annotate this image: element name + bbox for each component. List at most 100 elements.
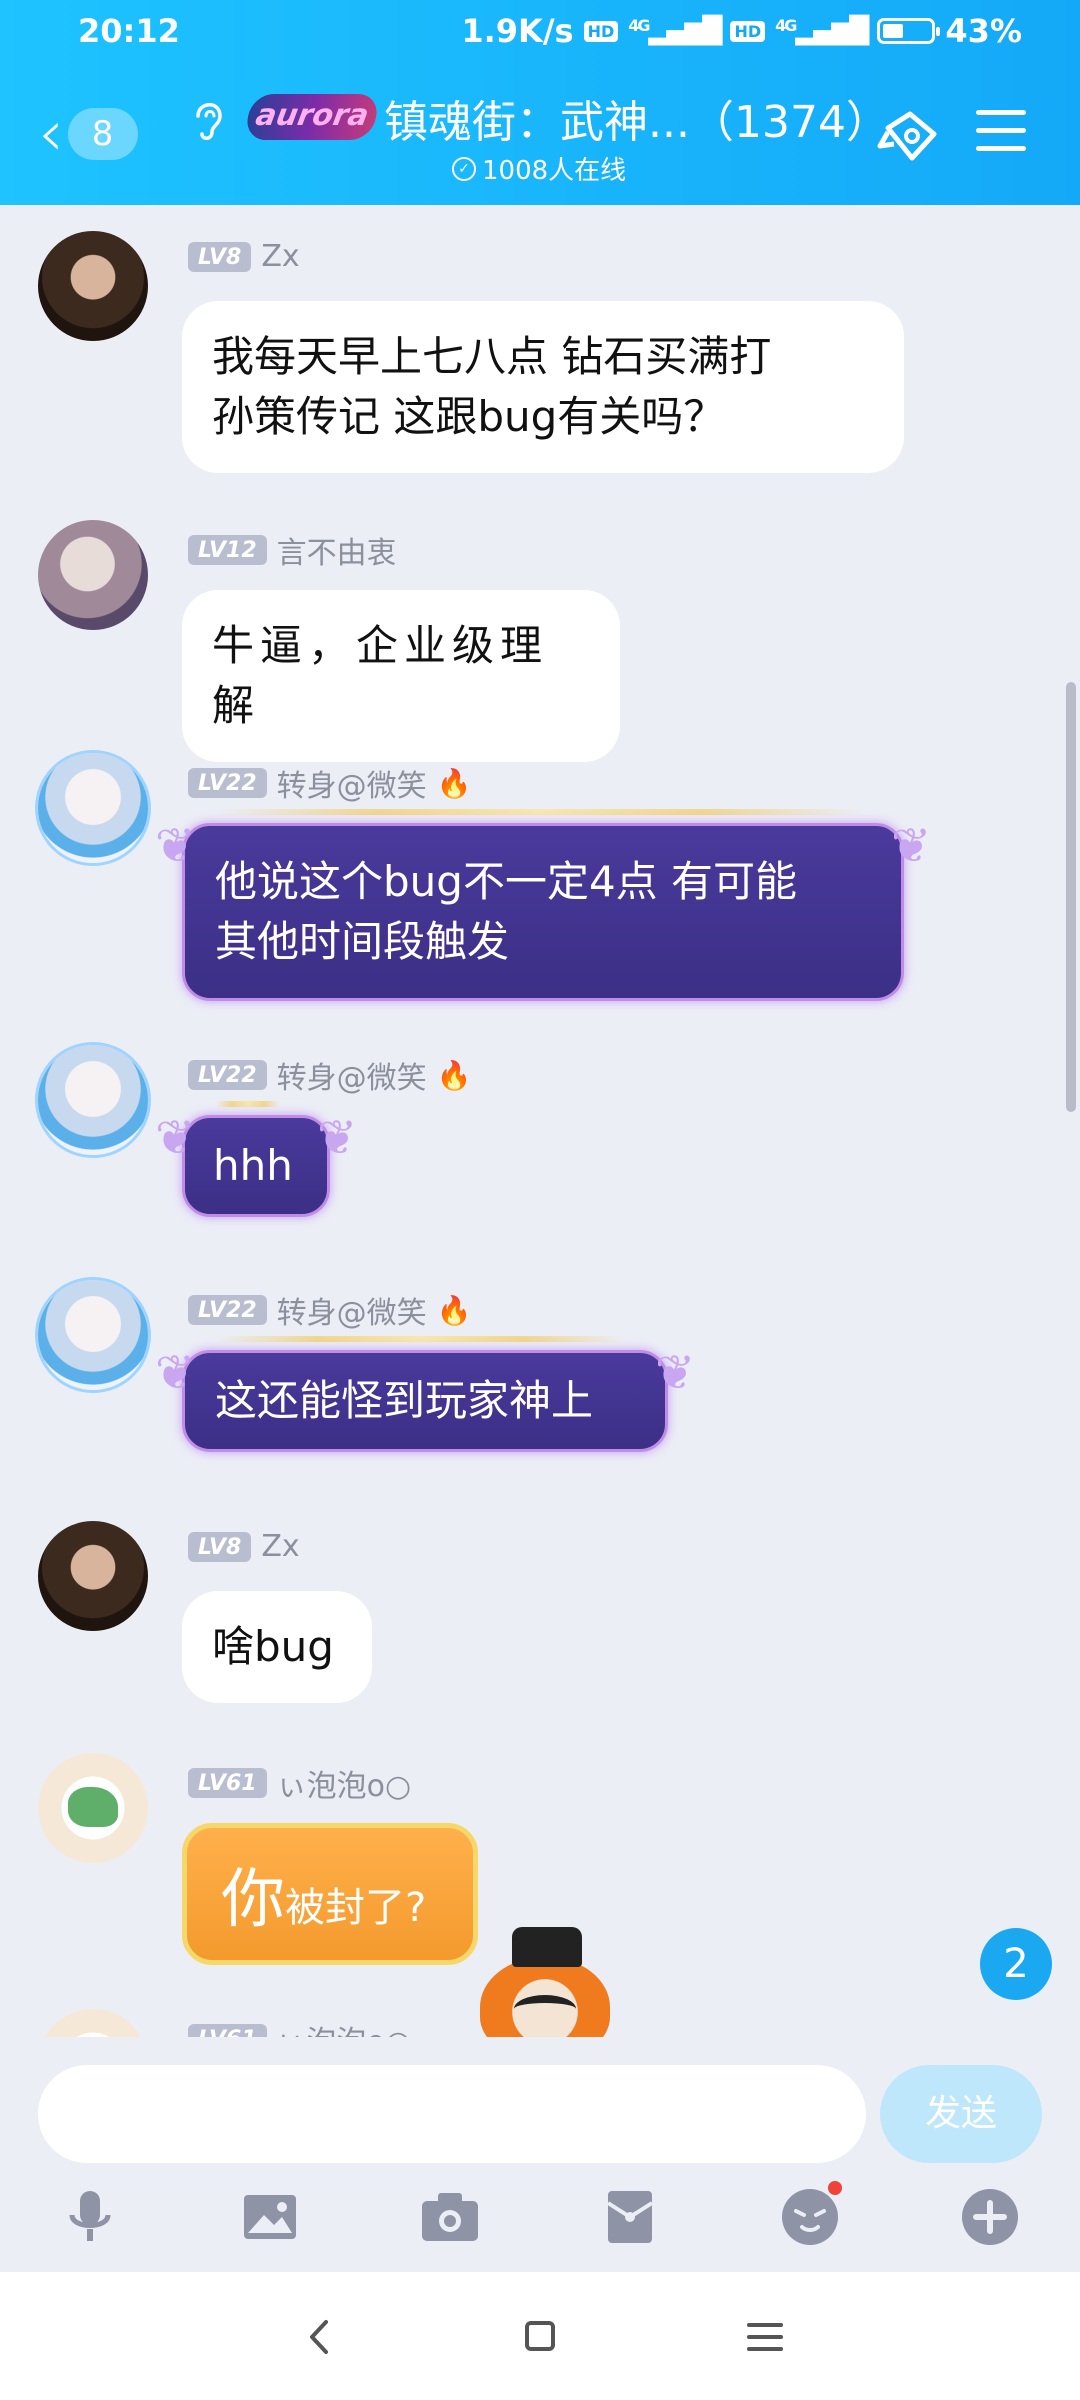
nickname[interactable]: 转身@微笑 xyxy=(277,1288,427,1332)
plus-icon[interactable] xyxy=(958,2185,1022,2249)
nickname[interactable]: 转身@微笑 xyxy=(277,1053,427,1097)
message-meta: LV61 ぃ泡泡o○ xyxy=(188,1761,411,1805)
system-nav-bar xyxy=(0,2272,1080,2400)
group-logo: aurora xyxy=(243,94,381,140)
wing-left-icon: ❦ xyxy=(155,818,196,874)
nickname[interactable]: ぃ泡泡o○ xyxy=(277,2017,412,2037)
wing-right-icon: ❦ xyxy=(655,1345,696,1401)
bubble-decoration xyxy=(216,1101,280,1107)
recents-nav-icon[interactable] xyxy=(735,2312,795,2362)
online-status: ✓ 1008人在线 xyxy=(452,150,626,187)
message-text-line: 其他时间段触发 xyxy=(215,917,510,966)
message-text: 这还能怪到玩家神上 xyxy=(215,1376,594,1425)
message-bubble[interactable]: ❦ ❦ 这还能怪到玩家神上 xyxy=(155,1345,695,1452)
message-bubble[interactable]: ❦ ❦ 他说这个bug不一定4点 有可能 其他时间段触发 xyxy=(155,818,931,1001)
microphone-icon[interactable] xyxy=(58,2185,122,2249)
level-badge: LV8 xyxy=(188,241,252,272)
message-bubble[interactable]: ❦ ❦ hhh xyxy=(155,1110,357,1217)
bubble-decoration xyxy=(216,1336,626,1342)
avatar[interactable] xyxy=(38,520,148,630)
signal-icon-2: 4G▂▄▆█ xyxy=(775,16,869,46)
status-bar: 20:12 1.9K/s HD 4G▂▄▆█ HD 4G▂▄▆█ 43% xyxy=(0,0,1080,64)
network-type: 4G xyxy=(628,16,650,35)
message-bubble[interactable]: 啥bug xyxy=(182,1591,372,1703)
nickname[interactable]: 言不由衷 xyxy=(277,528,397,572)
chat-header: 20:12 1.9K/s HD 4G▂▄▆█ HD 4G▂▄▆█ 43% ‹ 8… xyxy=(0,0,1080,205)
input-toolbar xyxy=(0,2177,1080,2272)
avatar[interactable] xyxy=(38,753,148,863)
level-badge: LV12 xyxy=(188,535,267,565)
status-time: 20:12 xyxy=(78,12,180,50)
red-envelope-icon[interactable] xyxy=(598,2185,662,2249)
back-button[interactable]: ‹ 8 xyxy=(38,102,138,166)
level-badge: LV22 xyxy=(188,768,267,798)
level-badge: LV22 xyxy=(188,1060,267,1090)
online-count: 1008人在线 xyxy=(482,156,627,186)
nickname[interactable]: Zx xyxy=(261,239,299,274)
camera-icon[interactable] xyxy=(418,2185,482,2249)
hd-icon-2: HD xyxy=(730,20,766,42)
message-input[interactable] xyxy=(38,2065,866,2163)
chevron-left-icon: ‹ xyxy=(38,97,64,171)
message-text: hhh xyxy=(213,1141,293,1190)
send-button[interactable]: 发送 xyxy=(880,2065,1042,2163)
back-nav-icon[interactable] xyxy=(290,2312,350,2362)
message-meta: LV8 Zx xyxy=(188,239,300,274)
ear-icon[interactable] xyxy=(190,96,226,144)
message-text-small: 被封了? xyxy=(285,1885,427,1931)
floating-sticker[interactable] xyxy=(470,1927,620,2037)
message-bubble[interactable]: 牛逼，企业级理解 xyxy=(182,590,620,762)
image-icon[interactable] xyxy=(238,2185,302,2249)
unread-conversations-badge: 8 xyxy=(67,108,138,160)
fire-icon: 🔥 xyxy=(436,1293,472,1327)
status-indicators: 1.9K/s HD 4G▂▄▆█ HD 4G▂▄▆█ 43% xyxy=(461,12,1022,50)
fire-icon: 🔥 xyxy=(436,1058,472,1092)
message-meta: LV61 ぃ泡泡o○ xyxy=(188,2017,411,2037)
fire-icon: 🔥 xyxy=(436,766,472,800)
message-bubble[interactable]: 你被封了? xyxy=(182,1823,478,1965)
emoji-button[interactable] xyxy=(778,2181,842,2249)
network-speed: 1.9K/s xyxy=(461,12,574,50)
level-badge: LV22 xyxy=(188,1295,267,1325)
avatar[interactable] xyxy=(38,2009,148,2037)
wing-right-icon: ❦ xyxy=(891,818,932,874)
wing-right-icon: ❦ xyxy=(317,1110,358,1166)
message-meta: LV22 转身@微笑 🔥 xyxy=(188,1288,472,1332)
message-text-line: 他说这个bug不一定4点 有可能 xyxy=(215,857,798,906)
message-list[interactable]: LV8 Zx 我每天早上七八点 钻石买满打 孙策传记 这跟bug有关吗？ LV1… xyxy=(0,205,1080,2037)
message-meta: LV8 Zx xyxy=(188,1529,300,1564)
avatar[interactable] xyxy=(38,1753,148,1863)
message-text-line: 孙策传记 这跟bug有关吗？ xyxy=(212,392,726,441)
notification-dot xyxy=(828,2181,842,2195)
message-meta: LV22 转身@微笑 🔥 xyxy=(188,761,472,805)
level-badge: LV8 xyxy=(188,1531,252,1562)
nickname[interactable]: 转身@微笑 xyxy=(277,761,427,805)
check-circle-icon: ✓ xyxy=(452,156,476,181)
menu-icon[interactable] xyxy=(976,110,1026,152)
message-meta: LV22 转身@微笑 🔥 xyxy=(188,1053,472,1097)
signal-icon: 4G▂▄▆█ xyxy=(628,16,722,46)
sticker-hat xyxy=(512,1927,582,1967)
home-nav-icon[interactable] xyxy=(510,2312,570,2362)
ticket-icon[interactable] xyxy=(876,108,942,164)
level-badge: LV61 xyxy=(188,1768,267,1798)
battery-icon xyxy=(877,18,941,44)
group-title[interactable]: 镇魂街：武神...（1374） xyxy=(384,86,890,150)
avatar[interactable] xyxy=(38,1280,148,1390)
sticker-face xyxy=(480,1957,610,2037)
network-type-2: 4G xyxy=(775,16,797,35)
message-text-line: 我每天早上七八点 钻石买满打 xyxy=(212,332,772,381)
avatar[interactable] xyxy=(38,1045,148,1155)
level-badge: LV61 xyxy=(188,2024,267,2037)
nickname[interactable]: Zx xyxy=(261,1529,299,1564)
bubble-decoration xyxy=(216,809,864,815)
avatar[interactable] xyxy=(38,231,148,341)
new-message-badge[interactable]: 2 xyxy=(980,1928,1052,2000)
message-bubble[interactable]: 我每天早上七八点 钻石买满打 孙策传记 这跟bug有关吗？ xyxy=(182,301,904,473)
nickname[interactable]: ぃ泡泡o○ xyxy=(277,1761,412,1805)
scrollbar[interactable] xyxy=(1066,682,1076,1112)
hd-icon: HD xyxy=(583,20,619,42)
avatar[interactable] xyxy=(38,1521,148,1631)
battery-fill xyxy=(883,24,904,38)
wing-left-icon: ❦ xyxy=(155,1345,196,1401)
